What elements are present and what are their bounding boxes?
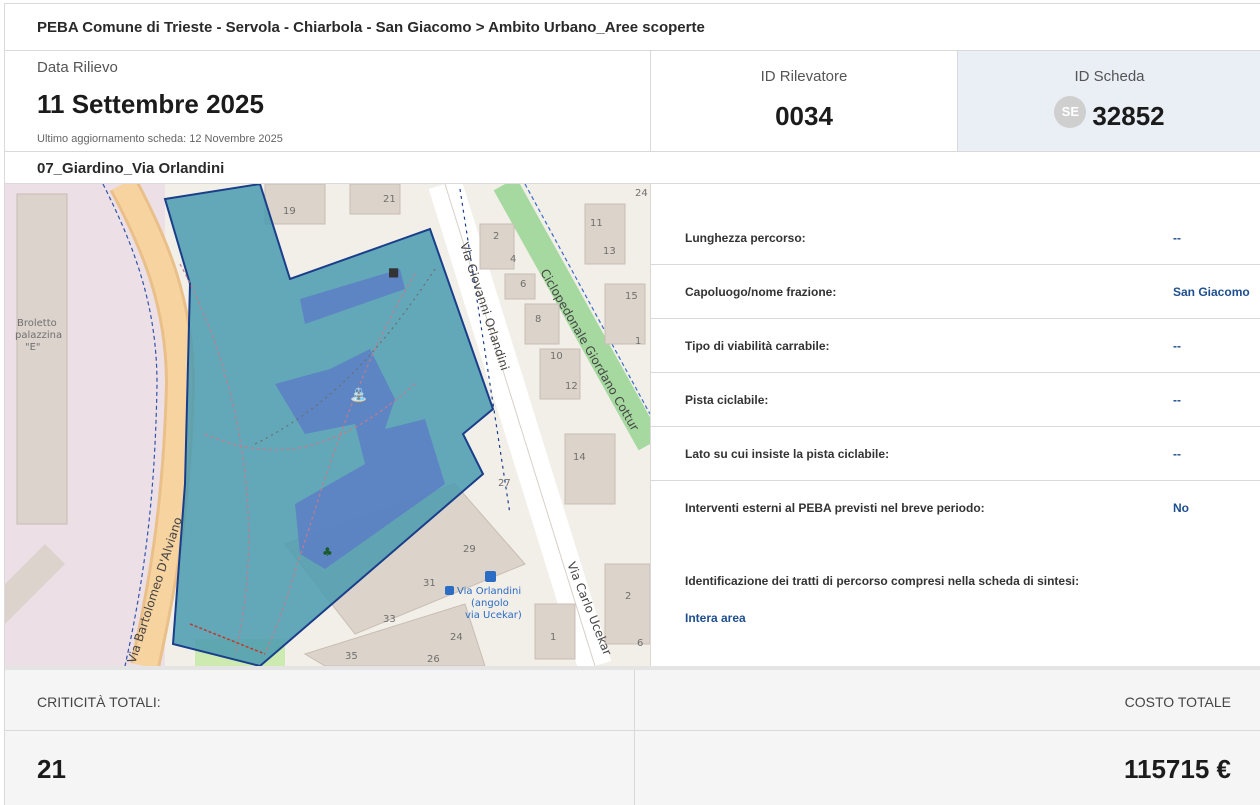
- map-house-number: 4: [510, 254, 516, 265]
- detail-row-viabilita: Tipo di viabilità carrabile: --: [651, 319, 1260, 373]
- detail-row-pista: Pista ciclabile: --: [651, 373, 1260, 427]
- survey-date-cell: Data Rilievo 11 Settembre 2025 Ultimo ag…: [5, 51, 650, 151]
- detail-value: --: [1173, 393, 1181, 407]
- map-building: [524, 303, 560, 345]
- detail-row-lato-pista: Lato su cui insiste la pista ciclabile: …: [651, 427, 1260, 481]
- detail-label: Lato su cui insiste la pista ciclabile:: [685, 447, 890, 461]
- map-building: [564, 433, 616, 505]
- tratti-label: Identificazione dei tratti di percorso c…: [685, 574, 1080, 588]
- map-house-number: 8: [535, 314, 541, 325]
- map-house-number: 6: [637, 638, 643, 649]
- map-house-number: 10: [550, 351, 563, 362]
- costo-cell: COSTO TOTALE 115715 €: [635, 670, 1260, 805]
- map-house-number: 21: [383, 194, 396, 205]
- map-house-number: 1: [635, 336, 641, 347]
- map-house-number: 15: [625, 291, 638, 302]
- area-name: 07_Giardino_Via Orlandini: [5, 152, 1260, 184]
- summary-divider: [5, 730, 634, 731]
- detail-row-capoluogo: Capoluogo/nome frazione: San Giacomo: [651, 265, 1260, 319]
- detail-label: Lunghezza percorso:: [685, 231, 806, 245]
- map-house-number: 29: [463, 544, 476, 555]
- map-house-number: 11: [590, 218, 603, 229]
- map-label-bus-stop-2: (angolo: [471, 598, 509, 609]
- bus-stop-icon[interactable]: [485, 571, 496, 582]
- costo-label: COSTO TOTALE: [1124, 694, 1231, 710]
- detail-label: Pista ciclabile:: [685, 393, 769, 407]
- bench-icon: ■: [388, 265, 399, 279]
- detail-label: Capoluogo/nome frazione:: [685, 285, 837, 299]
- criticita-cell: CRITICITÀ TOTALI: 21: [5, 670, 635, 805]
- last-updated-text: Ultimo aggiornamento scheda: 12 Novembre…: [37, 133, 283, 145]
- map-building: [16, 193, 68, 525]
- map-house-number: 12: [565, 381, 578, 392]
- detail-label: Tipo di viabilità carrabile:: [685, 339, 830, 353]
- bus-stop-icon[interactable]: [445, 586, 454, 595]
- map-house-number: 24: [635, 188, 648, 199]
- detail-value: --: [1173, 231, 1181, 245]
- rilevatore-cell: ID Rilevatore 0034: [650, 51, 957, 151]
- map-label-broletto: Broletto: [17, 318, 57, 329]
- costo-value: 115715 €: [1123, 754, 1231, 784]
- map-label-e: "E": [25, 342, 41, 353]
- survey-info-row: Data Rilievo 11 Settembre 2025 Ultimo ag…: [5, 51, 1260, 152]
- map-svg: ⛲ ♣ ■ Broletto palazzina "E" Via Giovann…: [5, 184, 650, 666]
- map-label-bus-stop-1: Via Orlandini: [457, 586, 521, 597]
- map-building: [264, 184, 326, 225]
- tratti-value: Intera area: [685, 611, 746, 625]
- rilevatore-label: ID Rilevatore: [760, 68, 848, 85]
- detail-value: --: [1173, 339, 1181, 353]
- map-house-number: 13: [603, 246, 616, 257]
- scheda-type-badge: SE: [1054, 95, 1087, 128]
- map-house-number: 1: [550, 632, 556, 643]
- map-house-number: 2: [625, 591, 631, 602]
- detail-row-tratti: Identificazione dei tratti di percorso c…: [651, 508, 1260, 666]
- rilevatore-value: 0034: [775, 101, 833, 131]
- scheda-value-wrap: SE 32852: [958, 95, 1260, 132]
- map-house-number: 2: [493, 231, 499, 242]
- map-house-number: 27: [498, 478, 511, 489]
- map-house-number: 35: [345, 651, 358, 662]
- detail-value: San Giacomo: [1173, 285, 1250, 299]
- criticita-label: CRITICITÀ TOTALI:: [37, 694, 161, 710]
- scheda-cell: ID Scheda SE 32852: [957, 51, 1260, 151]
- map-house-number: 26: [427, 654, 440, 665]
- map-house-number: 14: [573, 452, 586, 463]
- map-label-bus-stop-3: via Ucekar): [465, 610, 522, 621]
- summary-divider: [635, 730, 1260, 731]
- detail-value: --: [1173, 447, 1181, 461]
- map-building: [604, 563, 650, 645]
- scheda-frame: PEBA Comune di Trieste - Servola - Chiar…: [4, 3, 1260, 805]
- breadcrumb[interactable]: PEBA Comune di Trieste - Servola - Chiar…: [5, 3, 1260, 51]
- map-house-number: 24: [450, 632, 463, 643]
- playground-icon: ♣: [322, 545, 333, 559]
- map-house-number: 33: [383, 614, 396, 625]
- detail-row-lunghezza: Lunghezza percorso: --: [651, 211, 1260, 265]
- survey-date-label: Data Rilievo: [37, 59, 118, 76]
- scheda-value: 32852: [1092, 101, 1165, 131]
- map-house-number: 19: [283, 206, 296, 217]
- map-label-palazzina: palazzina: [15, 330, 62, 341]
- map-house-number: 6: [520, 279, 526, 290]
- fountain-icon: ⛲: [350, 387, 367, 404]
- area-map[interactable]: ⛲ ♣ ■ Broletto palazzina "E" Via Giovann…: [5, 184, 650, 666]
- scheda-label: ID Scheda: [1074, 68, 1145, 85]
- survey-date-value: 11 Settembre 2025: [37, 89, 264, 119]
- criticita-value: 21: [37, 754, 66, 784]
- summary-panel: CRITICITÀ TOTALI: 21 COSTO TOTALE 115715…: [5, 666, 1260, 805]
- map-house-number: 31: [423, 578, 436, 589]
- details-panel: Lunghezza percorso: -- Capoluogo/nome fr…: [650, 184, 1260, 666]
